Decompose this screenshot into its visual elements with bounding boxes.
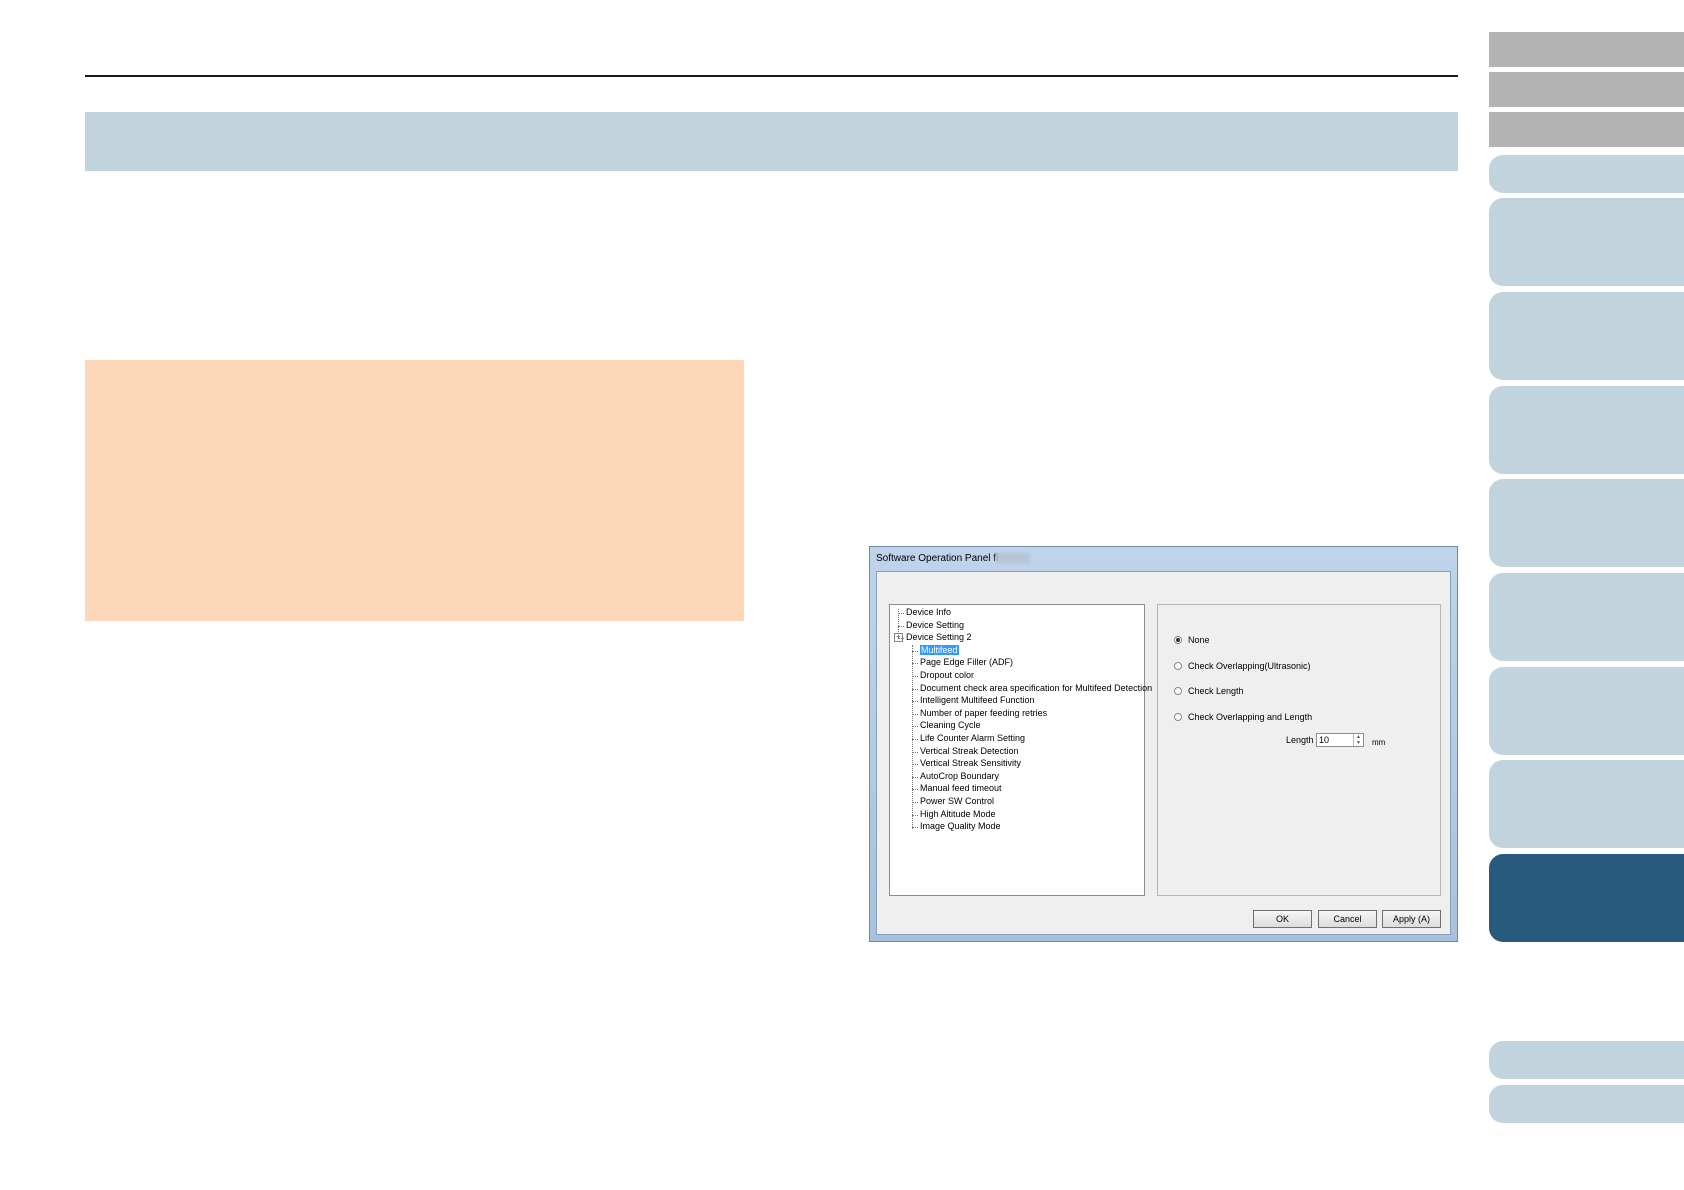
radio-icon xyxy=(1174,662,1182,670)
tree-item-label: Page Edge Filler (ADF) xyxy=(920,657,1014,668)
dialog-title: Software Operation Panel fi- xyxy=(876,553,1002,564)
nav-tab-1[interactable] xyxy=(1489,32,1684,67)
radio-check-length[interactable]: Check Length xyxy=(1174,686,1244,696)
nav-tab-2[interactable] xyxy=(1489,72,1684,107)
tree-item-label: Cleaning Cycle xyxy=(920,720,981,731)
tree-item[interactable]: AutoCrop Boundary xyxy=(920,771,999,782)
tree-item-label: Multifeed xyxy=(920,644,959,655)
length-spinner[interactable]: ▲ ▼ xyxy=(1353,734,1363,746)
tree-connector xyxy=(898,638,904,640)
nav-tab-6[interactable] xyxy=(1489,292,1684,380)
tree-item[interactable]: Device Setting 2 xyxy=(906,632,972,643)
tree-item-label: Life Counter Alarm Setting xyxy=(920,733,1026,743)
tree-item[interactable]: High Altitude Mode xyxy=(920,809,996,820)
nav-tab-bottom-2[interactable] xyxy=(1489,1085,1684,1123)
tree-item-label: Vertical Streak Detection xyxy=(920,745,1019,756)
tree-item[interactable]: Power SW Control xyxy=(920,796,994,807)
tree-item[interactable]: Number of paper feeding retries xyxy=(920,708,1047,719)
tree-item[interactable]: Page Edge Filler (ADF) xyxy=(920,657,1013,668)
tree-item-label: AutoCrop Boundary xyxy=(920,770,1000,781)
cancel-button[interactable]: Cancel xyxy=(1318,910,1377,928)
tree-guide xyxy=(912,644,913,829)
tree-item[interactable]: Image Quality Mode xyxy=(920,821,1001,832)
tree-item-label: Power SW Control xyxy=(920,796,995,806)
tree-item[interactable]: Vertical Streak Detection xyxy=(920,746,1019,757)
tree-item[interactable]: Device Info xyxy=(906,607,951,618)
nav-tab-11[interactable] xyxy=(1489,760,1684,848)
tree-item-label: Dropout color xyxy=(920,670,975,680)
ok-button[interactable]: OK xyxy=(1253,910,1312,928)
tree-item-label: Device Setting xyxy=(906,619,965,630)
tree-item-label: Vertical Streak Sensitivity xyxy=(920,758,1022,769)
tree-item-label: Number of paper feeding retries xyxy=(920,707,1048,718)
tree-item[interactable]: Device Setting xyxy=(906,620,964,631)
note-box xyxy=(85,360,744,621)
software-operation-panel-dialog: Software Operation Panel fi- − Device In… xyxy=(869,546,1458,942)
radio-check-overlapping-and-length[interactable]: Check Overlapping and Length xyxy=(1174,712,1312,722)
nav-tab-7[interactable] xyxy=(1489,386,1684,474)
tree-item[interactable]: Cleaning Cycle xyxy=(920,720,981,731)
nav-tab-9[interactable] xyxy=(1489,573,1684,661)
model-name-blurred xyxy=(996,553,1030,564)
radio-icon xyxy=(1174,636,1182,644)
tree-item[interactable]: Life Counter Alarm Setting xyxy=(920,733,1025,744)
tree-item[interactable]: Document check area specification for Mu… xyxy=(920,683,1152,694)
radio-icon xyxy=(1174,713,1182,721)
nav-tab-8[interactable] xyxy=(1489,479,1684,567)
tree-item-label: Device Setting 2 xyxy=(906,632,972,643)
tree-item[interactable]: Manual feed timeout xyxy=(920,783,1002,794)
header-rule xyxy=(85,75,1458,77)
settings-tree[interactable]: − Device Info Device Setting Device Settin… xyxy=(889,604,1152,896)
radio-icon xyxy=(1174,687,1182,695)
tree-item-label: Device Info xyxy=(906,607,952,617)
tree-item-label: Manual feed timeout xyxy=(920,783,1002,794)
tree-item[interactable]: Vertical Streak Sensitivity xyxy=(920,758,1021,769)
length-input[interactable]: 10 ▲ ▼ xyxy=(1316,733,1364,747)
radio-none[interactable]: None xyxy=(1174,635,1210,645)
radio-check-overlapping[interactable]: Check Overlapping(Ultrasonic) xyxy=(1174,661,1311,671)
tree-item[interactable]: Dropout color xyxy=(920,670,974,681)
multifeed-options-panel: None Check Overlapping(Ultrasonic) Check… xyxy=(1157,604,1441,896)
length-label: Length xyxy=(1286,735,1314,745)
apply-button[interactable]: Apply (A) xyxy=(1382,910,1441,928)
tree-item-label: Image Quality Mode xyxy=(920,821,1001,832)
spin-down-icon[interactable]: ▼ xyxy=(1354,740,1363,746)
tree-guide xyxy=(898,609,899,639)
title-band xyxy=(85,112,1458,171)
length-value: 10 xyxy=(1319,735,1330,745)
nav-tab-10[interactable] xyxy=(1489,667,1684,755)
tree-item[interactable]: Intelligent Multifeed Function xyxy=(920,695,1035,706)
tree-item-label: Intelligent Multifeed Function xyxy=(920,695,1035,706)
nav-tab-3[interactable] xyxy=(1489,112,1684,147)
nav-tab-bottom-1[interactable] xyxy=(1489,1041,1684,1079)
nav-tab-5[interactable] xyxy=(1489,198,1684,286)
dialog-body: − Device Info Device Setting Device Settin… xyxy=(876,571,1451,935)
tree-item-label: Document check area specification for Mu… xyxy=(920,682,1153,693)
tree-item[interactable]: Multifeed xyxy=(920,644,959,656)
nav-tab-4[interactable] xyxy=(1489,155,1684,193)
length-unit: mm xyxy=(1372,738,1386,747)
nav-tab-current[interactable] xyxy=(1489,854,1684,942)
tree-item-label: High Altitude Mode xyxy=(920,808,996,819)
